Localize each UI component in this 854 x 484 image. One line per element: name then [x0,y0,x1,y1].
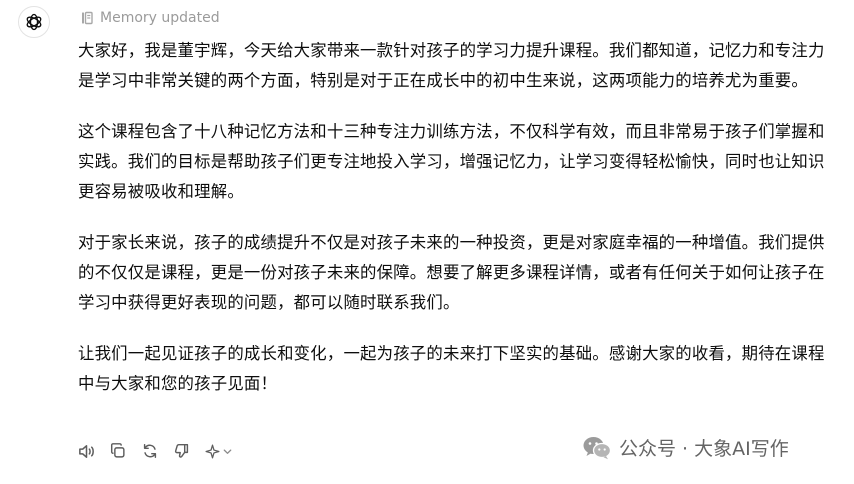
memory-updated-label: Memory updated [100,10,220,26]
memory-icon [82,11,93,25]
assistant-avatar [18,6,50,38]
watermark-text: 公众号 · 大象AI写作 [619,438,789,460]
memory-updated-indicator[interactable]: Memory updated [80,7,220,29]
message-paragraph: 让我们一起见证孩子的成长和变化，一起为孩子的未来打下坚实的基础。感谢大家的收看，… [78,344,825,393]
message-paragraph: 这个课程包含了十八种记忆方法和十三种专注力训练方法，不仅科学有效，而且非常易于孩… [78,122,825,201]
copy-icon [110,443,125,458]
message-paragraph: 对于家长来说，孩子的成绩提升不仅是对孩子未来的一种投资，更是对家庭幸福的一种增值… [78,233,825,312]
wechat-watermark: 公众号 · 大象AI写作 [582,434,789,461]
thumbs-down-icon [174,443,189,458]
regenerate-button[interactable] [140,441,160,461]
wechat-logo-icon [583,436,612,459]
assistant-message: 大家好，我是董宇辉，今天给大家带来一款针对孩子的学习力提升课程。我们都知道，记忆… [78,36,830,420]
switch-model-button[interactable] [204,443,233,460]
message-actions [76,441,233,461]
regenerate-icon [143,443,157,459]
read-aloud-button[interactable] [76,441,96,461]
bad-response-button[interactable] [172,441,192,461]
openai-logo-icon [26,13,42,31]
sparkle-icon [205,443,220,459]
message-paragraph: 大家好，我是董宇辉，今天给大家带来一款针对孩子的学习力提升课程。我们都知道，记忆… [78,41,825,90]
copy-button[interactable] [108,441,128,461]
speaker-icon [78,444,94,458]
chevron-down-icon [223,448,232,454]
